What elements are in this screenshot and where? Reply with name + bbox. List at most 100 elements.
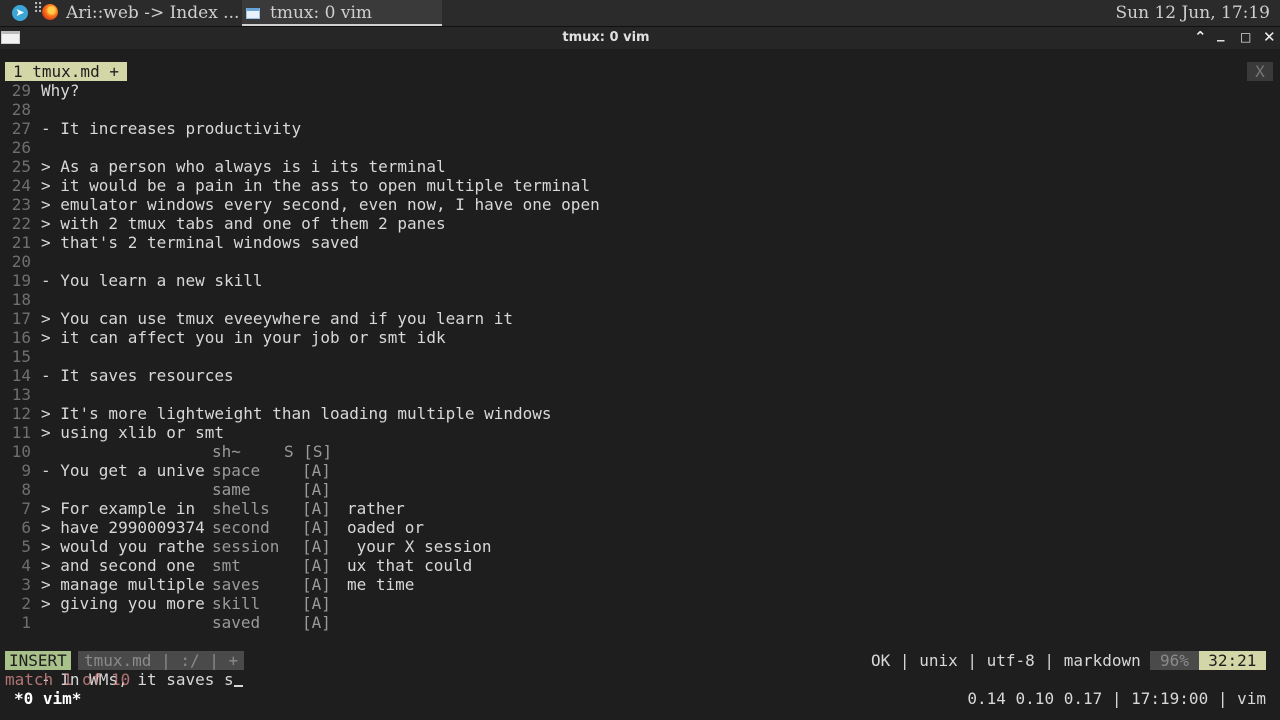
line-text-after-popup: oaded or bbox=[347, 518, 425, 537]
window-titlebar[interactable]: tmux: 0 vim ⌃ _ □ ✕ bbox=[0, 24, 1280, 49]
line-text-after-popup: your X session bbox=[347, 537, 492, 556]
line-text: > it would be a pain in the ass to open … bbox=[41, 176, 591, 195]
completion-item[interactable]: second [A] bbox=[204, 518, 331, 537]
line-number: 5 bbox=[21, 537, 31, 556]
line-text: > It's more lightweight than loading mul… bbox=[41, 404, 552, 423]
line-number: 14 bbox=[11, 366, 31, 385]
vim-cursor-position: 32:21 bbox=[1198, 651, 1266, 670]
line-number: 25 bbox=[11, 157, 31, 176]
line-number: 10 bbox=[11, 442, 31, 461]
line-text-after-popup: rather bbox=[347, 499, 405, 518]
completion-item[interactable]: saves [A] bbox=[204, 575, 331, 594]
vim-tab-active[interactable]: 1 tmux.md + bbox=[5, 62, 127, 81]
line-text: Why? bbox=[41, 81, 80, 100]
completion-kind: [A] bbox=[302, 499, 331, 518]
vim-file-format-info: OK | unix | utf-8 | markdown bbox=[871, 651, 1151, 670]
line-text: - You get a univer bbox=[41, 461, 215, 480]
completion-word: second bbox=[212, 518, 270, 537]
text-cursor bbox=[233, 670, 243, 687]
completion-kind: [A] bbox=[302, 537, 331, 556]
line-number: 28 bbox=[11, 100, 31, 119]
line-text: > using xlib or smt bbox=[41, 423, 225, 442]
app-launcher-icon[interactable]: ➤ bbox=[12, 5, 28, 21]
close-icon[interactable]: ✕ bbox=[1263, 28, 1276, 46]
maximize-icon[interactable]: □ bbox=[1240, 30, 1251, 44]
line-text: > would you rather bbox=[41, 537, 215, 556]
line-text-after-popup: ux that could bbox=[347, 556, 473, 575]
line-text: > that's 2 terminal windows saved bbox=[41, 233, 359, 252]
line-text: > manage multiple bbox=[41, 575, 205, 594]
completion-kind: [A] bbox=[302, 594, 331, 613]
window-title: tmux: 0 vim bbox=[562, 30, 650, 45]
line-number: 6 bbox=[21, 518, 31, 537]
line-number: 29 bbox=[11, 81, 31, 100]
line-text: - It increases productivity bbox=[41, 119, 302, 138]
line-number: 18 bbox=[11, 290, 31, 309]
line-number: 3 bbox=[21, 575, 31, 594]
line-number: 8 bbox=[21, 480, 31, 499]
line-number: 7 bbox=[21, 499, 31, 518]
clock[interactable]: Sun 12 Jun, 17:19 bbox=[1116, 0, 1271, 26]
vim-scroll-percent: 96% bbox=[1150, 651, 1199, 670]
line-number: 4 bbox=[21, 556, 31, 575]
line-text-after-popup: me time bbox=[347, 575, 415, 594]
terminal-icon bbox=[246, 8, 260, 19]
completion-item[interactable]: sh~ S [S] bbox=[204, 442, 333, 461]
completion-word: session bbox=[212, 537, 280, 556]
completion-word: same bbox=[212, 480, 251, 499]
line-text: > For example in a bbox=[41, 499, 215, 518]
line-number: 9 bbox=[21, 461, 31, 480]
vim-mode-indicator: INSERT bbox=[5, 651, 71, 670]
line-text: - It saves resources bbox=[41, 366, 234, 385]
completion-kind: [A] bbox=[302, 518, 331, 537]
completion-word: saved bbox=[212, 613, 261, 632]
line-number: 19 bbox=[11, 271, 31, 290]
tmux-window-name[interactable]: *0 vim* bbox=[14, 689, 81, 708]
tmux-status-right: 0.14 0.10 0.17 | 17:19:00 | vim bbox=[967, 689, 1266, 708]
taskbar: ➤ ⠿ Ari::web -> Index ... tmux: 0 vim Su… bbox=[0, 0, 1280, 26]
line-text: > As a person who always is i its termin… bbox=[41, 157, 446, 176]
completion-item[interactable]: same [A] bbox=[204, 480, 331, 499]
completion-kind: S [S] bbox=[284, 442, 333, 461]
line-number: 2 bbox=[21, 594, 31, 613]
completion-word: saves bbox=[212, 575, 261, 594]
completion-item[interactable]: shells [A] bbox=[204, 499, 331, 518]
minimize-icon[interactable]: _ bbox=[1217, 24, 1225, 42]
completion-item[interactable]: smt [A] bbox=[204, 556, 331, 575]
completion-word: smt bbox=[212, 556, 241, 575]
line-number: 1 bbox=[21, 613, 31, 632]
line-number: 11 bbox=[11, 423, 31, 442]
completion-kind: [A] bbox=[302, 461, 331, 480]
line-number: 16 bbox=[11, 328, 31, 347]
line-number: 22 bbox=[11, 214, 31, 233]
completion-item[interactable]: saved [A] bbox=[204, 613, 331, 632]
completion-item[interactable]: space [A] bbox=[204, 461, 331, 480]
line-number: 27 bbox=[11, 119, 31, 138]
vim-message: match 1 of 10 bbox=[5, 670, 131, 689]
completion-kind: [A] bbox=[302, 575, 331, 594]
vim-file-info: tmux.md | :/ | + bbox=[78, 651, 245, 670]
current-line[interactable]: 32 - In WMs, it saves s bbox=[0, 632, 243, 689]
taskbar-item-terminal[interactable]: tmux: 0 vim bbox=[242, 0, 442, 26]
taskbar-item-browser[interactable]: Ari::web -> Index ... bbox=[42, 0, 238, 26]
completion-item[interactable]: session [A] bbox=[204, 537, 331, 556]
completion-kind: [A] bbox=[302, 480, 331, 499]
line-text: - You learn a new skill bbox=[41, 271, 263, 290]
line-number: 26 bbox=[11, 138, 31, 157]
completion-word: space bbox=[212, 461, 261, 480]
line-number: 23 bbox=[11, 195, 31, 214]
completion-word: sh~ bbox=[212, 442, 241, 461]
line-number: 15 bbox=[11, 347, 31, 366]
completion-kind: [A] bbox=[302, 613, 331, 632]
keep-above-icon[interactable]: ⌃ bbox=[1194, 28, 1207, 46]
firefox-icon bbox=[42, 4, 58, 20]
completion-item[interactable]: skill [A] bbox=[204, 594, 331, 613]
completion-word: shells bbox=[212, 499, 270, 518]
line-text: > with 2 tmux tabs and one of them 2 pan… bbox=[41, 214, 446, 233]
vim-status-right: OK | unix | utf-8 | markdown 96% 32:21 bbox=[871, 651, 1266, 670]
line-text: > emulator windows every second, even no… bbox=[41, 195, 600, 214]
line-text: > and second one f bbox=[41, 556, 215, 575]
vim-tab-close-button[interactable]: X bbox=[1247, 62, 1273, 81]
line-number: 24 bbox=[11, 176, 31, 195]
line-number: 12 bbox=[11, 404, 31, 423]
